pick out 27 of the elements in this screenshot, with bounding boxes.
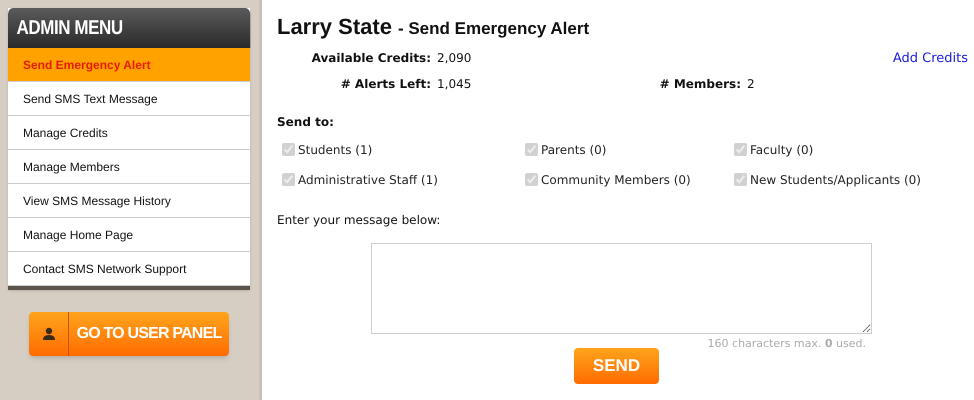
checkbox-label: Parents (0) <box>541 142 606 158</box>
checkbox-label: Administrative Staff (1) <box>298 172 438 188</box>
menu-item[interactable]: Manage Home Page <box>8 218 250 252</box>
stat-label: # Alerts Left: <box>340 76 431 92</box>
stat-value: 1,045 <box>436 76 472 92</box>
stat-label: # Members: <box>658 76 741 92</box>
user-icon <box>42 327 56 341</box>
menu-title: ADMIN MENU <box>8 8 250 48</box>
stat-value: 2 <box>746 76 756 92</box>
send-to-label: Send to: <box>277 114 335 130</box>
message-field[interactable] <box>371 242 872 334</box>
checkbox-label: New Students/Applicants (0) <box>750 172 921 188</box>
checkbox-label: Faculty (0) <box>750 142 814 158</box>
add-credits-link[interactable]: Add Credits <box>892 49 968 68</box>
checkbox-label: Community Members (0) <box>541 172 691 188</box>
menu-item[interactable]: Contact SMS Network Support <box>8 252 250 286</box>
menu-item[interactable]: View SMS Message History <box>8 184 250 218</box>
checkbox-label: Students (1) <box>298 142 372 158</box>
character-counter: 160 characters max. 0 used. <box>706 336 867 350</box>
message-label: Enter your message below: <box>277 212 442 228</box>
page-subtitle: - Send Emergency Alert <box>398 18 590 40</box>
menu-item[interactable]: Manage Members <box>8 150 250 184</box>
menu-item[interactable]: Manage Credits <box>8 116 250 150</box>
page-title: Larry State <box>277 13 392 41</box>
stat-value: 2,090 <box>436 50 472 67</box>
menu-item[interactable]: Send SMS Text Message <box>8 82 250 116</box>
stat-label: Available Credits: <box>310 50 431 67</box>
